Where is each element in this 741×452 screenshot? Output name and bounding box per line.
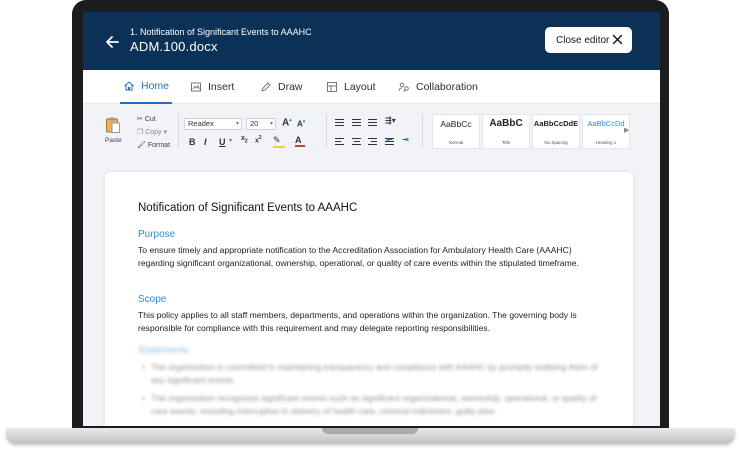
layout-icon bbox=[327, 82, 337, 92]
cut-button[interactable]: ✂ Cut bbox=[137, 115, 156, 123]
statement-text: The organization recognizes significant … bbox=[151, 393, 597, 416]
increase-indent-icon[interactable]: ⇥ bbox=[402, 135, 409, 144]
italic-icon[interactable]: I bbox=[204, 137, 207, 147]
scope-paragraph: This policy applies to all staff members… bbox=[138, 310, 577, 333]
cut-label: Cut bbox=[144, 116, 156, 123]
home-icon bbox=[124, 81, 134, 91]
home-ribbon: Paste ✂ Cut ❐ Copy ▾ 🖌 Format Readex ▾ 2… bbox=[83, 104, 660, 156]
align-right-icon[interactable] bbox=[368, 138, 377, 145]
scope-heading: Scope bbox=[138, 294, 167, 305]
tab-home[interactable]: Home bbox=[120, 70, 173, 104]
bullet-dot: • bbox=[142, 393, 146, 403]
statements-heading: Statements bbox=[138, 345, 189, 356]
statement-item: • The organization is committed to maint… bbox=[142, 361, 601, 387]
scissors-icon: ✂ bbox=[137, 116, 143, 123]
back-arrow-icon[interactable] bbox=[103, 33, 121, 51]
tab-draw[interactable]: Draw bbox=[260, 70, 303, 104]
style-normal[interactable]: AaBbCc Normal bbox=[432, 114, 480, 149]
copy-button[interactable]: ❐ Copy ▾ bbox=[137, 128, 167, 136]
style-no-spacing[interactable]: AaBbCcDdE No Spacing bbox=[532, 114, 580, 149]
ribbon-divider bbox=[326, 114, 327, 148]
format-painter-icon: 🖌 bbox=[137, 142, 146, 149]
font-size-value: 20 bbox=[250, 119, 259, 128]
style-sample: AaBbCcDdE bbox=[533, 119, 579, 128]
ribbon-divider bbox=[422, 114, 423, 148]
collaboration-icon bbox=[398, 82, 409, 93]
tab-label: Home bbox=[141, 80, 170, 92]
statement-text: The organization is committed to maintai… bbox=[151, 362, 598, 385]
bullets-icon[interactable] bbox=[335, 119, 344, 126]
bullet-dot: • bbox=[142, 362, 146, 372]
ribbon-tabs: Home Insert Draw Layout Collaboration bbox=[83, 70, 660, 104]
style-name: No Spacing bbox=[544, 140, 568, 145]
purpose-paragraph: To ensure timely and appropriate notific… bbox=[138, 245, 579, 268]
tab-label: Insert bbox=[208, 81, 235, 93]
superscript-icon[interactable]: x2 bbox=[255, 135, 262, 144]
text-direction-icon[interactable]: ⇶▾ bbox=[385, 116, 396, 125]
format-painter-button[interactable]: 🖌 Format bbox=[137, 141, 170, 149]
tab-label: Collaboration bbox=[416, 81, 478, 93]
grow-font-icon[interactable]: A▴ bbox=[282, 117, 292, 128]
purpose-heading: Purpose bbox=[138, 229, 176, 240]
paste-label[interactable]: Paste bbox=[105, 137, 122, 144]
font-family-select[interactable]: Readex ▾ bbox=[184, 118, 242, 130]
shrink-font-icon[interactable]: A▾ bbox=[297, 119, 305, 129]
multilevel-list-icon[interactable] bbox=[368, 119, 377, 126]
align-center-icon[interactable] bbox=[352, 138, 361, 145]
close-editor-button[interactable]: Close editor bbox=[545, 27, 632, 53]
subscript-icon[interactable]: x2 bbox=[241, 135, 248, 144]
style-title[interactable]: AaBbC Title bbox=[482, 114, 530, 149]
ribbon-divider bbox=[178, 114, 179, 148]
copy-label: Copy bbox=[145, 129, 162, 136]
bold-icon[interactable]: B bbox=[189, 137, 196, 147]
document-subtitle: 1. Notification of Significant Events to… bbox=[130, 27, 312, 37]
font-color-icon[interactable]: A bbox=[295, 135, 305, 147]
font-size-select[interactable]: 20 ▾ bbox=[246, 118, 276, 130]
tab-insert[interactable]: Insert bbox=[190, 70, 234, 104]
underline-icon[interactable]: U bbox=[219, 137, 226, 147]
tab-collaboration[interactable]: Collaboration bbox=[398, 70, 478, 104]
style-name: Title bbox=[501, 140, 511, 145]
format-label: Format bbox=[147, 142, 171, 149]
numbering-icon[interactable] bbox=[352, 119, 361, 126]
align-left-icon[interactable] bbox=[335, 138, 344, 145]
font-family-value: Readex bbox=[188, 119, 214, 128]
close-icon bbox=[612, 34, 623, 45]
chevron-down-icon: ▾ bbox=[163, 129, 168, 136]
statement-item: • The organization recognizes significan… bbox=[142, 392, 601, 418]
style-name: Heading 1 bbox=[595, 140, 617, 145]
chevron-right-icon[interactable]: ▶ bbox=[624, 126, 629, 134]
editor-header: 1. Notification of Significant Events to… bbox=[83, 12, 660, 70]
tab-layout[interactable]: Layout bbox=[326, 70, 376, 104]
style-sample: AaBbCc bbox=[440, 119, 472, 129]
document-filename: ADM.100.docx bbox=[130, 39, 218, 54]
laptop-notch bbox=[322, 428, 418, 434]
document-heading: Notification of Significant Events to AA… bbox=[138, 202, 358, 214]
style-name: Normal bbox=[448, 140, 464, 145]
chevron-down-icon[interactable]: ▾ bbox=[229, 137, 232, 144]
chevron-down-icon: ▾ bbox=[269, 121, 273, 127]
tab-label: Draw bbox=[278, 81, 303, 93]
style-sample: AaBbCcDd bbox=[587, 119, 625, 128]
tab-label: Layout bbox=[344, 81, 376, 93]
style-heading-1[interactable]: AaBbCcDd Heading 1 bbox=[582, 114, 630, 149]
app-window: 1. Notification of Significant Events to… bbox=[83, 12, 660, 426]
style-sample: AaBbC bbox=[489, 118, 523, 129]
decrease-indent-icon[interactable]: ⇤ bbox=[386, 135, 393, 144]
close-editor-label: Close editor bbox=[556, 34, 610, 46]
copy-icon: ❐ bbox=[137, 129, 144, 136]
document-page[interactable]: Notification of Significant Events to AA… bbox=[105, 172, 633, 426]
draw-icon bbox=[261, 82, 271, 92]
insert-icon bbox=[191, 82, 201, 92]
highlight-icon[interactable]: ✎ bbox=[273, 135, 285, 148]
chevron-down-icon: ▾ bbox=[235, 121, 239, 127]
clipboard-icon[interactable] bbox=[105, 116, 121, 134]
